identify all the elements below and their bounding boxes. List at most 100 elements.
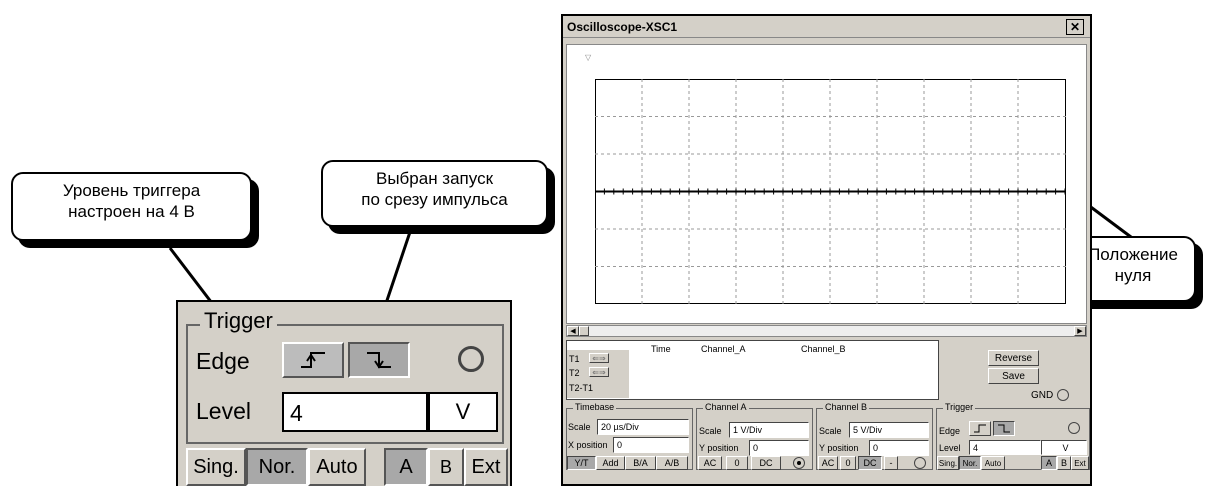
channel-a-ac-button[interactable]: AC	[698, 456, 722, 470]
channel-a-ypos-value: 0	[753, 443, 759, 453]
channel-a-title: Channel A	[703, 402, 749, 412]
channel-a-dc-label: DC	[759, 458, 773, 468]
trigger-source-a-button[interactable]: A	[1041, 456, 1057, 470]
channel-a-ypos-field[interactable]: 0	[749, 440, 809, 456]
readout-channel-a-header: Channel_A	[701, 344, 746, 354]
yt-mode-button[interactable]: Y/T	[567, 456, 596, 470]
scroll-right-button[interactable]: ▶	[1074, 326, 1086, 336]
zoom-falling-edge-button[interactable]	[348, 342, 410, 378]
channel-b-terminal-radio[interactable]	[914, 457, 926, 469]
zoom-mode-normal-button[interactable]: Nor.	[246, 448, 308, 486]
trigger-mode-single-button[interactable]: Sing.	[937, 456, 959, 470]
trigger-falling-edge-button[interactable]	[993, 421, 1015, 436]
channel-a-zero-label: 0	[734, 458, 740, 468]
channel-b-ac-label: AC	[821, 458, 835, 468]
row-t2-t1-label: T2-T1	[569, 383, 594, 393]
t2-cursor-arrows[interactable]: ⇐⇒	[589, 367, 609, 377]
timebase-scale-field[interactable]: 20 µs/Div	[597, 419, 689, 435]
trigger-indicator-radio[interactable]	[1068, 422, 1080, 434]
x-position-value: 0	[617, 440, 623, 450]
zoom-mode-single-button[interactable]: Sing.	[186, 448, 246, 486]
window-title-bar[interactable]: Oscilloscope-XSC1 ✕	[563, 16, 1090, 38]
channel-b-scale-label: Scale	[819, 426, 842, 436]
channel-a-ypos-label: Y position	[699, 443, 739, 453]
zoom-trigger-indicator-radio[interactable]	[458, 346, 484, 372]
close-icon[interactable]: ✕	[1066, 19, 1084, 35]
horizontal-scrollbar[interactable]: ◀ ▶	[566, 325, 1087, 337]
yt-mode-label: Y/T	[574, 458, 589, 468]
reverse-button[interactable]: Reverse	[988, 350, 1039, 366]
trigger-mode-auto-button[interactable]: Auto	[981, 456, 1005, 470]
save-label: Save	[1002, 370, 1025, 382]
trigger-level-label: Level	[939, 443, 961, 453]
trigger-falling-edge-icon	[998, 424, 1010, 433]
callout-falling-edge-line1: Выбран запуск	[375, 169, 494, 188]
channel-b-dc-label: DC	[863, 458, 877, 468]
callout-falling-edge: Выбран запуск по срезу импульса	[321, 160, 548, 227]
channel-a-terminal-radio[interactable]	[793, 457, 805, 469]
x-position-label: X position	[568, 440, 608, 450]
trigger-level-unit[interactable]: V	[1041, 440, 1087, 455]
trigger-rising-edge-icon	[974, 424, 986, 433]
zoom-level-unit-text: V	[455, 399, 471, 424]
channel-a-scale-field[interactable]: 1 V/Div	[729, 422, 809, 438]
trigger-source-ext-button[interactable]: Ext	[1071, 456, 1089, 470]
trigger-rising-edge-button[interactable]	[969, 421, 991, 436]
add-mode-button[interactable]: Add	[596, 456, 625, 470]
readout-time-header: Time	[651, 344, 671, 354]
zoom-source-b-button[interactable]: B	[428, 448, 464, 486]
trigger-level-field[interactable]: 4	[969, 440, 1041, 455]
channel-a-radio-dot	[797, 461, 801, 465]
t1-arrows-glyph: ⇐⇒	[592, 353, 606, 363]
zoom-source-ext-button[interactable]: Ext	[464, 448, 508, 486]
falling-edge-icon	[367, 352, 391, 369]
channel-b-dc-button[interactable]: DC	[858, 456, 882, 470]
save-button[interactable]: Save	[988, 368, 1039, 384]
close-glyph: ✕	[1069, 20, 1081, 34]
ba-mode-button[interactable]: B/A	[625, 456, 656, 470]
channel-b-scale-value: 5 V/Div	[853, 425, 883, 435]
channel-b-scale-field[interactable]: 5 V/Div	[849, 422, 929, 438]
t1-cursor-arrows[interactable]: ⇐⇒	[589, 353, 609, 363]
trigger-source-b-button[interactable]: B	[1057, 456, 1071, 470]
zoom-source-b-label: B	[439, 456, 452, 477]
reverse-label: Reverse	[994, 352, 1033, 364]
t2-arrows-glyph: ⇐⇒	[592, 367, 606, 377]
timebase-title: Timebase	[573, 402, 617, 412]
trigger-edge-label: Edge	[939, 426, 961, 436]
channel-b-minus-button[interactable]: -	[884, 456, 898, 470]
trigger-mode-single-label: Sing.	[938, 458, 958, 468]
oscilloscope-screen	[595, 79, 1066, 304]
trigger-mode-normal-button[interactable]: Nor.	[959, 456, 981, 470]
trigger-source-a-label: A	[1045, 458, 1052, 468]
channel-b-ac-button[interactable]: AC	[818, 456, 838, 470]
scroll-left-button[interactable]: ◀	[567, 326, 579, 336]
zoom-source-a-label: A	[399, 455, 413, 478]
display-area: ▽	[566, 44, 1087, 324]
readout-table-header: Time Channel_A Channel_B	[647, 344, 907, 356]
callout-trigger-level-line2: настроен на 4 В	[68, 202, 195, 221]
zoom-mode-auto-button[interactable]: Auto	[308, 448, 366, 486]
channel-b-title: Channel B	[823, 402, 870, 412]
zoom-source-a-button[interactable]: A	[384, 448, 428, 486]
channel-b-ypos-label: Y position	[819, 443, 859, 453]
channel-b-ypos-field[interactable]: 0	[869, 440, 929, 456]
channel-a-zero-button[interactable]: 0	[726, 456, 748, 470]
channel-b-ypos-value: 0	[873, 443, 879, 453]
zoom-level-input[interactable]: 4	[282, 392, 428, 432]
gnd-terminal-radio[interactable]	[1057, 389, 1069, 401]
zoom-level-unit[interactable]: V	[428, 392, 498, 432]
channel-b-zero-label: 0	[845, 458, 851, 468]
channel-a-dc-button[interactable]: DC	[751, 456, 781, 470]
channel-b-zero-button[interactable]: 0	[840, 456, 856, 470]
trigger-level-unit-text: V	[1062, 443, 1069, 453]
channel-a-scale-label: Scale	[699, 426, 722, 436]
ab-mode-label: A/B	[664, 458, 680, 468]
gnd-label: GND	[1031, 390, 1054, 401]
trigger-mode-auto-label: Auto	[984, 458, 1002, 468]
ab-mode-button[interactable]: A/B	[656, 456, 688, 470]
zoom-rising-edge-button[interactable]	[282, 342, 344, 378]
scroll-thumb[interactable]	[579, 326, 589, 336]
x-position-field[interactable]: 0	[613, 437, 689, 453]
add-mode-label: Add	[602, 458, 619, 468]
